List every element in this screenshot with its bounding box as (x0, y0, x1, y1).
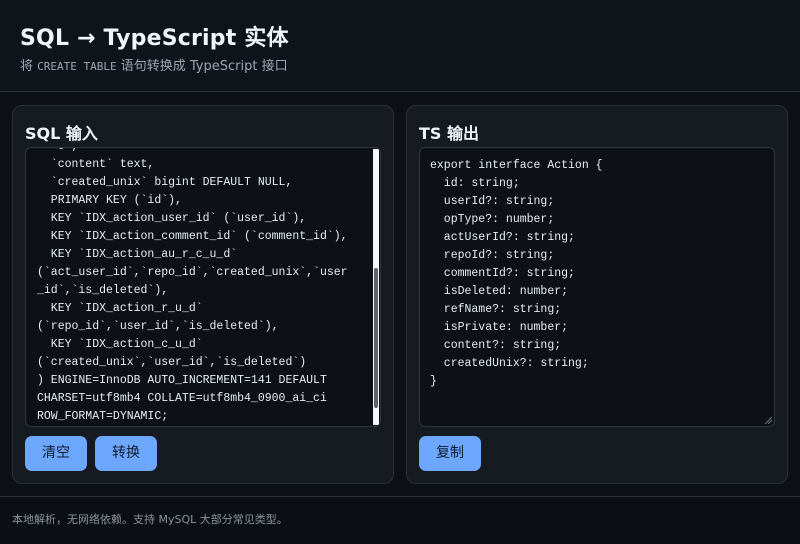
sql-input-panel: SQL 输入 `o`, `content` text, `created_uni… (12, 105, 394, 484)
page-title: SQL → TypeScript 实体 (20, 26, 289, 51)
subtitle-prefix: 将 (20, 59, 38, 74)
page-header: SQL → TypeScript 实体 将 CREATE TABLE 语句转换成… (0, 0, 800, 92)
page-subtitle: 将 CREATE TABLE 语句转换成 TypeScript 接口 (20, 55, 288, 74)
page-footer: 本地解析，无网络依赖。支持 MySQL 大部分常见类型。 (0, 496, 800, 544)
copy-button[interactable]: 复制 (419, 436, 481, 471)
resize-grip-icon[interactable] (764, 416, 772, 424)
ts-output-text: export interface Action { id: string; us… (430, 159, 603, 388)
footer-note: 本地解析，无网络依赖。支持 MySQL 大部分常见类型。 (12, 513, 288, 526)
subtitle-code: CREATE TABLE (37, 60, 117, 73)
sql-input-text: `o`, `content` text, `created_unix` bigi… (37, 148, 348, 423)
ts-output-panel: TS 输出 export interface Action { id: stri… (406, 105, 788, 484)
ts-output-textarea[interactable]: export interface Action { id: string; us… (419, 147, 775, 427)
convert-button[interactable]: 转换 (95, 436, 157, 471)
sql-input-scrollbar[interactable] (373, 149, 379, 425)
ts-panel-title: TS 输出 (419, 124, 480, 143)
subtitle-suffix: 语句转换成 TypeScript 接口 (116, 59, 288, 74)
sql-panel-title: SQL 输入 (25, 124, 98, 143)
sql-input-textarea[interactable]: `o`, `content` text, `created_unix` bigi… (25, 147, 381, 427)
clear-button[interactable]: 清空 (25, 436, 87, 471)
sql-input-scrollbar-thumb[interactable] (374, 268, 378, 408)
